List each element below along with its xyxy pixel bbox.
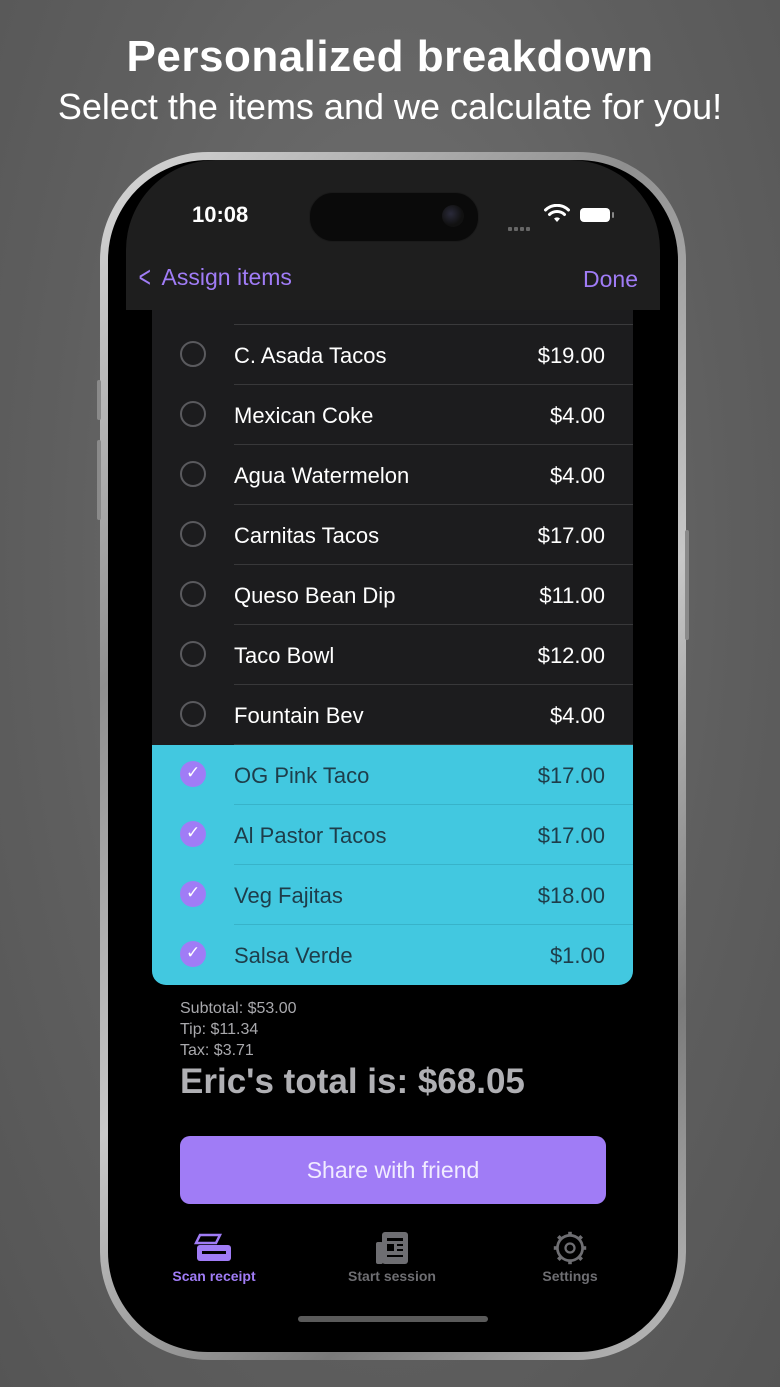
tab-label: Scan receipt <box>172 1268 256 1284</box>
tab-start-session[interactable]: Start session <box>322 1228 462 1284</box>
item-name: Queso Bean Dip <box>234 583 396 608</box>
tab-label: Start session <box>348 1268 436 1284</box>
empty-circle-icon[interactable] <box>180 461 206 487</box>
back-button-label: Assign items <box>161 264 292 290</box>
newspaper-icon <box>376 1232 408 1264</box>
subtotal-text: Subtotal: $53.00 <box>180 1000 297 1017</box>
item-row[interactable]: Mexican Coke $4.00 <box>152 385 633 445</box>
item-price: $17.00 <box>537 523 605 548</box>
promo-subtitle: Select the items and we calculate for yo… <box>57 86 723 127</box>
item-name: Mexican Coke <box>234 403 374 428</box>
dynamic-island <box>309 192 479 242</box>
checkmark-circle-icon[interactable] <box>180 821 206 847</box>
item-price: $17.00 <box>537 823 605 848</box>
item-name: Fountain Bev <box>234 703 364 728</box>
status-time: 10:08 <box>192 202 249 227</box>
promo-title: Personalized breakdown <box>126 32 654 81</box>
checkmark-circle-icon[interactable] <box>180 881 206 907</box>
item-name: Taco Bowl <box>234 643 335 668</box>
phone-side-button <box>97 440 101 520</box>
done-button[interactable]: Done <box>583 266 638 293</box>
home-indicator <box>298 1316 488 1322</box>
item-price: $12.00 <box>537 643 605 668</box>
tab-label: Settings <box>542 1268 598 1284</box>
list-scroll-sliver <box>234 310 633 325</box>
tip-text: Tip: $11.34 <box>180 1021 259 1038</box>
gear-icon <box>553 1231 587 1265</box>
share-with-friend-button[interactable]: Share with friend <box>180 1136 606 1204</box>
tab-bar: Scan receipt Start session Settings <box>108 1220 678 1300</box>
item-price: $4.00 <box>549 703 605 728</box>
item-row[interactable]: OG Pink Taco $17.00 <box>152 745 633 805</box>
item-name: Salsa Verde <box>234 943 353 968</box>
phone-side-button <box>97 380 101 420</box>
wifi-icon <box>544 204 570 222</box>
checkmark-circle-icon[interactable] <box>180 941 206 967</box>
item-price: $17.00 <box>537 763 605 788</box>
item-list: C. Asada Tacos $19.00 Mexican Coke $4.00 Agu… <box>152 310 633 985</box>
item-name: Al Pastor Tacos <box>234 823 387 848</box>
signal-icon <box>508 218 532 236</box>
empty-circle-icon[interactable] <box>180 641 206 667</box>
empty-circle-icon[interactable] <box>180 401 206 427</box>
summary: Subtotal: $53.00 Tip: $11.34 Tax: $3.71 <box>180 998 297 1061</box>
scanner-icon <box>194 1233 231 1261</box>
item-row[interactable]: Al Pastor Tacos $17.00 <box>152 805 633 865</box>
item-price: $4.00 <box>549 463 605 488</box>
item-row[interactable]: Veg Fajitas $18.00 <box>152 865 633 925</box>
chevron-left-icon: < <box>138 260 151 294</box>
phone-side-button <box>685 530 689 640</box>
item-row[interactable]: Salsa Verde $1.00 <box>152 925 633 985</box>
camera-icon <box>442 205 464 227</box>
item-row[interactable]: Fountain Bev $4.00 <box>152 685 633 745</box>
item-price: $19.00 <box>537 343 605 368</box>
item-row[interactable]: Taco Bowl $12.00 <box>152 625 633 685</box>
item-name: Carnitas Tacos <box>234 523 380 548</box>
empty-circle-icon[interactable] <box>180 701 206 727</box>
back-button[interactable]: < Assign items <box>136 260 292 294</box>
item-name: Agua Watermelon <box>234 463 410 488</box>
phone-screen: 10:08 < Assign items Done C. Asada Tacos… <box>108 160 678 1352</box>
item-price: $1.00 <box>549 943 605 968</box>
item-row[interactable]: Agua Watermelon $4.00 <box>152 445 633 505</box>
empty-circle-icon[interactable] <box>180 521 206 547</box>
tab-settings[interactable]: Settings <box>500 1228 640 1284</box>
empty-circle-icon[interactable] <box>180 341 206 367</box>
item-price: $4.00 <box>549 403 605 428</box>
item-row[interactable]: C. Asada Tacos $19.00 <box>152 325 633 385</box>
tax-text: Tax: $3.71 <box>180 1042 254 1059</box>
item-price: $18.00 <box>537 883 605 908</box>
checkmark-circle-icon[interactable] <box>180 761 206 787</box>
item-row[interactable]: Carnitas Tacos $17.00 <box>152 505 633 565</box>
status-bar: 10:08 <box>108 160 678 260</box>
item-row[interactable]: Queso Bean Dip $11.00 <box>152 565 633 625</box>
item-name: OG Pink Taco <box>234 763 370 788</box>
empty-circle-icon[interactable] <box>180 581 206 607</box>
battery-icon <box>580 208 614 222</box>
item-name: Veg Fajitas <box>234 883 343 908</box>
item-price: $11.00 <box>539 583 605 608</box>
tab-scan-receipt[interactable]: Scan receipt <box>144 1228 284 1284</box>
item-name: C. Asada Tacos <box>234 343 387 368</box>
total-text: Eric's total is: $68.05 <box>180 1062 525 1101</box>
